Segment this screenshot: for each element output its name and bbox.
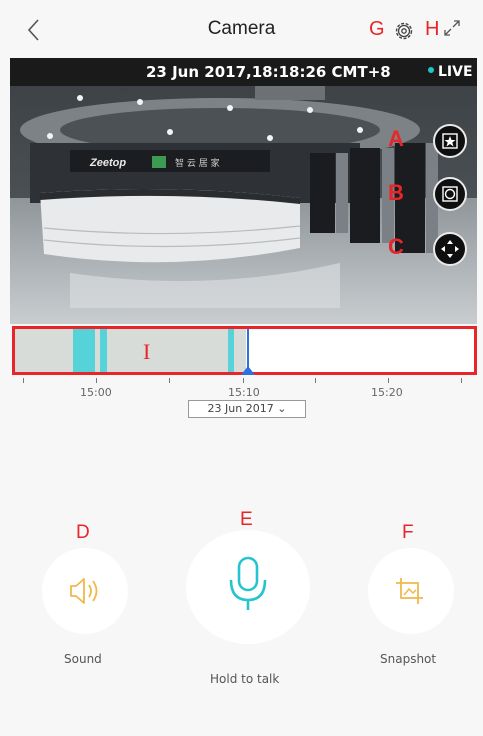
axis-label: 15:10: [228, 386, 260, 399]
speaker-icon: [70, 578, 98, 604]
timeline-cursor-marker: [241, 366, 255, 375]
direction-pad-icon: [441, 240, 459, 258]
fullscreen-expand-icon[interactable]: [441, 17, 463, 39]
header-bar: Camera G H: [0, 0, 483, 58]
timeline-history-area: [15, 329, 246, 372]
date-value: 23 Jun 2017: [207, 402, 274, 415]
axis-tick: [243, 378, 244, 383]
sound-button[interactable]: [42, 548, 128, 634]
live-video-view[interactable]: Zeetop 智 云 居 家 23 Jun 2017,18:18:26 CMT+…: [10, 58, 477, 324]
sound-label: Sound: [64, 652, 102, 666]
svg-text:Zeetop: Zeetop: [89, 157, 126, 169]
annotation-label-i: I: [143, 339, 151, 364]
snapshot-button[interactable]: [368, 548, 454, 634]
live-dot-icon: [428, 67, 434, 73]
playback-timeline[interactable]: I: [12, 326, 477, 375]
annotation-label-g: G: [369, 18, 385, 40]
date-selector[interactable]: 23 Jun 2017 ⌄: [188, 400, 306, 418]
camera-feed-image: Zeetop 智 云 居 家: [10, 58, 477, 324]
settings-gear-icon[interactable]: [393, 20, 415, 42]
axis-label: 15:00: [80, 386, 112, 399]
microphone-icon: [229, 556, 267, 610]
annotation-label-c: C: [388, 234, 404, 259]
recording-segment[interactable]: [228, 329, 234, 372]
annotation-label-e: E: [240, 509, 253, 530]
snapshot-crop-icon: [396, 578, 423, 604]
axis-tick: [461, 378, 462, 383]
recording-segment[interactable]: [73, 329, 95, 372]
annotation-label-a: A: [388, 126, 404, 151]
video-status-bar: 23 Jun 2017,18:18:26 CMT+8 LIVE: [10, 58, 477, 86]
live-indicator: LIVE: [428, 64, 473, 80]
snapshot-label: Snapshot: [380, 652, 437, 666]
axis-tick: [96, 378, 97, 383]
axis-tick: [388, 378, 389, 383]
pan-tilt-button[interactable]: [433, 232, 467, 266]
star-icon: [442, 133, 458, 149]
annotation-label-b: B: [388, 180, 404, 205]
hold-to-talk-label: Hold to talk: [210, 672, 280, 686]
hold-to-talk-button[interactable]: [186, 530, 310, 644]
svg-text:智 云 居 家: 智 云 居 家: [175, 157, 220, 169]
video-timestamp: 23 Jun 2017,18:18:26 CMT+8: [146, 63, 391, 81]
record-button[interactable]: [433, 177, 467, 211]
record-icon: [442, 186, 458, 202]
axis-tick: [315, 378, 316, 383]
annotation-label-d: D: [76, 522, 90, 543]
chevron-down-icon: ⌄: [277, 402, 287, 415]
recording-segment[interactable]: [100, 329, 107, 372]
axis-tick: [23, 378, 24, 383]
annotation-label-f: F: [402, 522, 414, 543]
axis-label: 15:20: [371, 386, 403, 399]
favorite-button[interactable]: [433, 124, 467, 158]
live-label: LIVE: [438, 64, 473, 80]
axis-tick: [169, 378, 170, 383]
annotation-label-h: H: [425, 18, 440, 40]
